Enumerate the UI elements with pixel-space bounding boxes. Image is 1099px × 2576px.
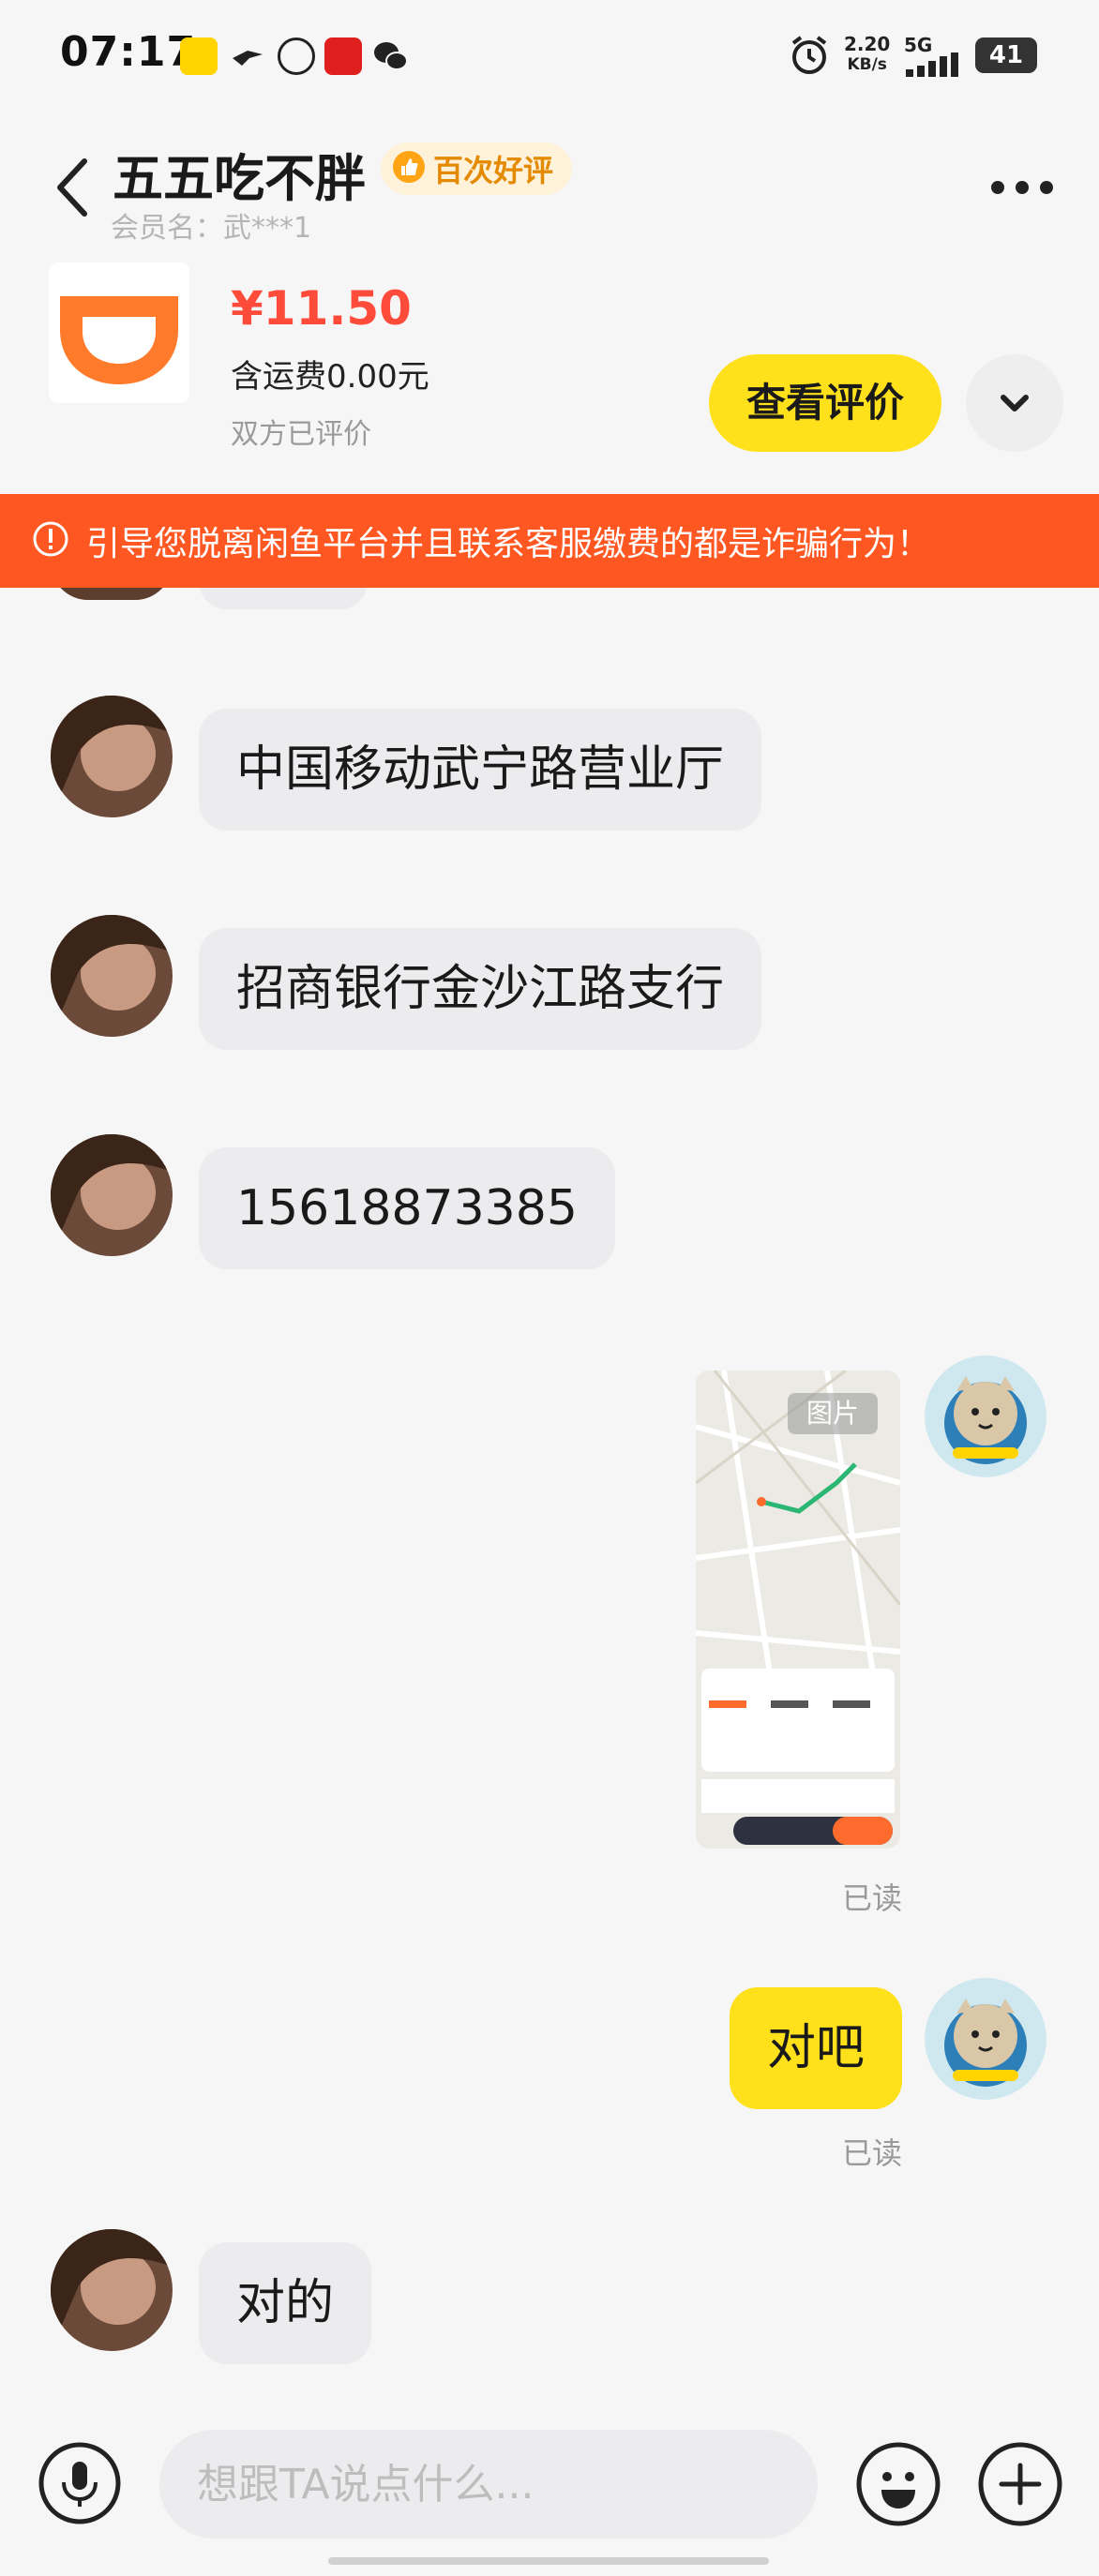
battery-indicator: 41 bbox=[975, 37, 1037, 73]
message-bubble[interactable]: 中国移动武宁路营业厅 bbox=[199, 709, 762, 831]
home-indicator bbox=[328, 2557, 769, 2565]
compass-icon bbox=[278, 37, 315, 75]
more-options-button[interactable] bbox=[985, 169, 1060, 206]
seller-name[interactable]: 五五吃不胖 bbox=[113, 137, 366, 211]
back-button[interactable] bbox=[47, 150, 103, 225]
signal-icon bbox=[906, 52, 966, 77]
product-thumbnail[interactable] bbox=[49, 262, 189, 403]
status-time: 07:17 bbox=[60, 28, 197, 76]
message-input[interactable] bbox=[159, 2430, 818, 2539]
message-bubble[interactable]: 对的 bbox=[199, 2242, 372, 2364]
chat-header: 五五吃不胖 百次好评 会员名：武***1 ¥11.50 含运费0.00元 双方已… bbox=[0, 112, 1099, 487]
my-message-bubble[interactable]: 对吧 bbox=[730, 1987, 903, 2109]
add-button[interactable] bbox=[977, 2441, 1063, 2527]
app-notification-icon bbox=[180, 37, 218, 75]
member-name: 会员名：武***1 bbox=[111, 212, 312, 245]
image-tag: 图片 bbox=[788, 1393, 878, 1434]
avatar[interactable] bbox=[51, 2229, 173, 2351]
network-speed: 2.20 KB/s bbox=[844, 33, 891, 74]
product-price: ¥11.50 bbox=[231, 281, 412, 336]
status-bar: 07:17 2.20 KB/s 5G 41 bbox=[0, 0, 1099, 112]
emoji-button[interactable] bbox=[855, 2441, 941, 2527]
message-bubble[interactable]: 15618873385 bbox=[199, 1147, 615, 1269]
map-screenshot-image bbox=[696, 1370, 900, 1849]
my-avatar[interactable] bbox=[925, 1978, 1046, 2100]
shipping-fee: 含运费0.00元 bbox=[231, 358, 429, 396]
avatar[interactable] bbox=[51, 696, 173, 817]
alarm-icon bbox=[788, 34, 831, 77]
read-receipt: 已读 bbox=[842, 1880, 903, 1916]
didi-logo-icon bbox=[60, 296, 178, 384]
emoji-icon bbox=[856, 2442, 941, 2526]
view-review-button[interactable]: 查看评价 bbox=[709, 354, 941, 452]
rating-badge-label: 百次好评 bbox=[433, 153, 554, 188]
expand-button[interactable] bbox=[966, 354, 1063, 452]
message-bubble[interactable]: 招商银行金沙江路支行 bbox=[199, 928, 762, 1050]
input-bar bbox=[0, 2400, 1099, 2576]
microphone-icon bbox=[38, 2442, 121, 2524]
warning-icon bbox=[32, 520, 69, 562]
warning-text: 引导您脱离闲鱼平台并且联系客服缴费的都是诈骗行为！ bbox=[86, 525, 931, 563]
byd-icon bbox=[324, 37, 362, 75]
fraud-warning-banner: 引导您脱离闲鱼平台并且联系客服缴费的都是诈骗行为！ bbox=[0, 494, 1099, 588]
plus-icon bbox=[978, 2442, 1062, 2526]
image-message[interactable]: 图片 bbox=[696, 1370, 900, 1849]
rating-badge: 百次好评 bbox=[381, 142, 573, 195]
wechat-icon bbox=[371, 37, 409, 75]
avatar[interactable] bbox=[51, 915, 173, 1037]
avatar[interactable] bbox=[51, 1134, 173, 1256]
voice-button[interactable] bbox=[38, 2441, 122, 2525]
read-receipt: 已读 bbox=[842, 2135, 903, 2171]
my-avatar[interactable] bbox=[925, 1355, 1046, 1477]
bird-icon bbox=[229, 37, 266, 75]
thumbs-up-icon bbox=[392, 150, 426, 187]
review-status: 双方已评价 bbox=[231, 418, 371, 451]
chevron-down-icon bbox=[1001, 395, 1029, 412]
